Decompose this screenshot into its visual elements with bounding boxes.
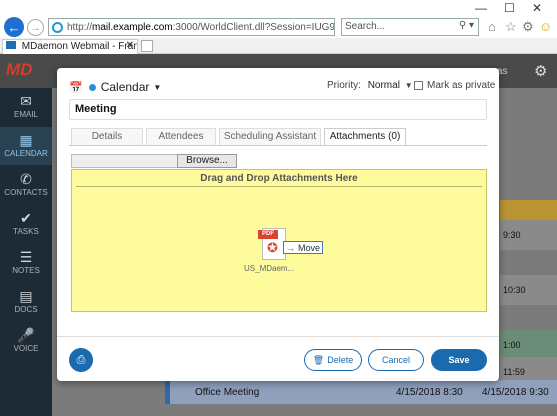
sidebar-item-label: NOTES <box>12 266 40 275</box>
calendar-color-dot <box>88 83 96 91</box>
tab-attachments[interactable]: Attachments (0) <box>324 128 406 145</box>
subject-input[interactable]: Meeting <box>69 99 487 120</box>
tab-details[interactable]: Details <box>71 128 143 145</box>
move-arrow-icon: → <box>286 242 295 253</box>
sidebar-item-label: CONTACTS <box>4 188 48 197</box>
delete-label: Delete <box>327 355 354 365</box>
background-event-card: 9:30 <box>500 220 557 250</box>
search-placeholder: Search... <box>345 21 386 32</box>
sidebar-item-contacts[interactable]: ✆ CONTACTS <box>0 166 52 204</box>
dragged-file-name: US_MDaem... <box>244 264 295 273</box>
priority-selector[interactable]: Priority: Normal ▼ <box>327 80 413 91</box>
address-bar[interactable]: http://mail.example.com:3000/WorldClient… <box>48 18 335 36</box>
smiley-feedback-icon[interactable]: ☺ <box>539 19 552 34</box>
attachment-drop-zone[interactable]: Drag and Drop Attachments Here PDF ✪ US_… <box>71 169 487 312</box>
background-event-row: Office Meeting 4/15/2018 8:30 4/15/2018 … <box>165 380 557 404</box>
sidebar-item-notes[interactable]: ☰ NOTES <box>0 244 52 282</box>
tab-attendees[interactable]: Attendees <box>146 128 216 145</box>
event-time: 1:00 <box>503 340 521 350</box>
sidebar-item-label: TASKS <box>13 227 39 236</box>
back-button[interactable]: ← <box>4 17 24 37</box>
browser-address-row: ← → http://mail.example.com:3000/WorldCl… <box>0 16 557 38</box>
mark-private-checkbox[interactable]: Mark as private <box>414 80 495 91</box>
search-input[interactable]: Search... ⚲ ▾ <box>341 18 479 36</box>
event-time: 11:59 <box>503 367 525 377</box>
checkbox-box[interactable] <box>414 81 423 90</box>
browse-button[interactable]: Browse... <box>177 154 237 168</box>
acrobat-logo-icon: ✪ <box>267 240 278 255</box>
event-time: 10:30 <box>503 285 526 295</box>
save-button[interactable]: Save <box>431 349 487 371</box>
sidebar-item-calendar[interactable]: ▦ CALENDAR <box>0 127 52 165</box>
drop-zone-divider <box>76 186 482 187</box>
tab-scheduling-assistant[interactable]: Scheduling Assistant <box>219 128 321 145</box>
event-start: 4/15/2018 8:30 <box>396 387 463 398</box>
chevron-down-icon: ▼ <box>153 82 162 92</box>
priority-value: Normal <box>367 80 400 91</box>
background-event-card: 10:30 <box>500 275 557 305</box>
forward-button[interactable]: → <box>27 19 44 36</box>
calendar-icon: 📅 <box>69 81 83 94</box>
printer-icon: ⎙ <box>76 353 86 366</box>
close-window-button[interactable]: ✕ <box>532 1 542 15</box>
new-tab-button[interactable] <box>141 40 153 52</box>
mark-private-label: Mark as private <box>427 80 496 91</box>
maximize-button[interactable]: ☐ <box>504 1 515 15</box>
browser-tab[interactable]: MDaemon Webmail - Frank... ✕ <box>2 39 138 54</box>
phone-icon: ✆ <box>20 171 32 187</box>
move-drag-hint: → Move <box>283 241 323 254</box>
chevron-down-icon: ▼ <box>404 81 413 90</box>
tab-title: MDaemon Webmail - Frank... <box>21 41 138 52</box>
sidebar-item-label: DOCS <box>14 305 38 314</box>
sidebar-item-email[interactable]: ✉ EMAIL <box>0 88 52 126</box>
pdf-label: PDF <box>258 230 278 239</box>
sidebar-item-docs[interactable]: ▤ DOCS <box>0 283 52 321</box>
drop-zone-title: Drag and Drop Attachments Here <box>200 173 358 184</box>
address-url: http://mail.example.com:3000/WorldClient… <box>67 21 335 33</box>
sidebar-item-label: CALENDAR <box>4 149 48 158</box>
delete-button[interactable]: 🗑 Delete <box>304 349 362 371</box>
mdaemon-favicon-icon <box>6 41 16 49</box>
browser-tab-row: MDaemon Webmail - Frank... ✕ <box>0 38 557 54</box>
sidebar-item-label: EMAIL <box>13 110 38 119</box>
microphone-icon: 🎤 <box>17 327 35 343</box>
sidebar-item-voice[interactable]: 🎤 VOICE <box>0 322 52 360</box>
calendar-icon: ▦ <box>19 132 33 148</box>
close-tab-icon[interactable]: ✕ <box>126 40 134 51</box>
mdaemon-logo: MD <box>6 60 33 79</box>
event-tabs: Details Attendees Scheduling Assistant A… <box>71 128 409 145</box>
favorites-star-icon[interactable]: ☆ <box>505 19 517 35</box>
background-event-card: 1:00 <box>500 330 557 360</box>
browser-title-bar: — ☐ ✕ <box>0 0 557 16</box>
ie-icon <box>52 21 63 33</box>
check-icon: ✔ <box>20 210 32 226</box>
app-settings-gear-icon[interactable]: ⚙ <box>534 62 547 80</box>
calendar-name: Calendar <box>100 80 150 94</box>
calendar-selector[interactable]: 📅 Calendar ▼ <box>69 79 161 95</box>
sidebar-item-tasks[interactable]: ✔ TASKS <box>0 205 52 243</box>
document-icon: ▤ <box>19 288 33 304</box>
priority-label: Priority: <box>327 80 361 91</box>
cancel-button[interactable]: Cancel <box>368 349 424 371</box>
notes-icon: ☰ <box>19 249 33 265</box>
event-title: Office Meeting <box>195 387 260 398</box>
event-end: 4/15/2018 9:30 <box>482 387 549 398</box>
print-button[interactable]: ⎙ <box>69 348 93 372</box>
modal-footer-divider <box>57 336 499 337</box>
app-sidebar: ✉ EMAIL ▦ CALENDAR ✆ CONTACTS ✔ TASKS ☰ … <box>0 88 52 416</box>
move-hint-label: Move <box>298 242 321 253</box>
tab-divider <box>69 145 487 146</box>
sidebar-item-label: VOICE <box>13 344 39 353</box>
home-icon[interactable]: ⌂ <box>488 19 496 34</box>
envelope-icon: ✉ <box>20 93 32 109</box>
event-editor-modal: 📅 Calendar ▼ Priority: Normal ▼ Mark as … <box>57 68 499 381</box>
minimize-button[interactable]: — <box>475 1 487 15</box>
forward-arrow-icon: → <box>30 21 41 34</box>
event-time: 9:30 <box>503 230 521 240</box>
trash-icon: 🗑 <box>312 354 325 365</box>
search-icon[interactable]: ⚲ ▾ <box>459 20 474 31</box>
back-arrow-icon: ← <box>7 19 21 35</box>
settings-gear-icon[interactable]: ⚙ <box>522 19 534 35</box>
